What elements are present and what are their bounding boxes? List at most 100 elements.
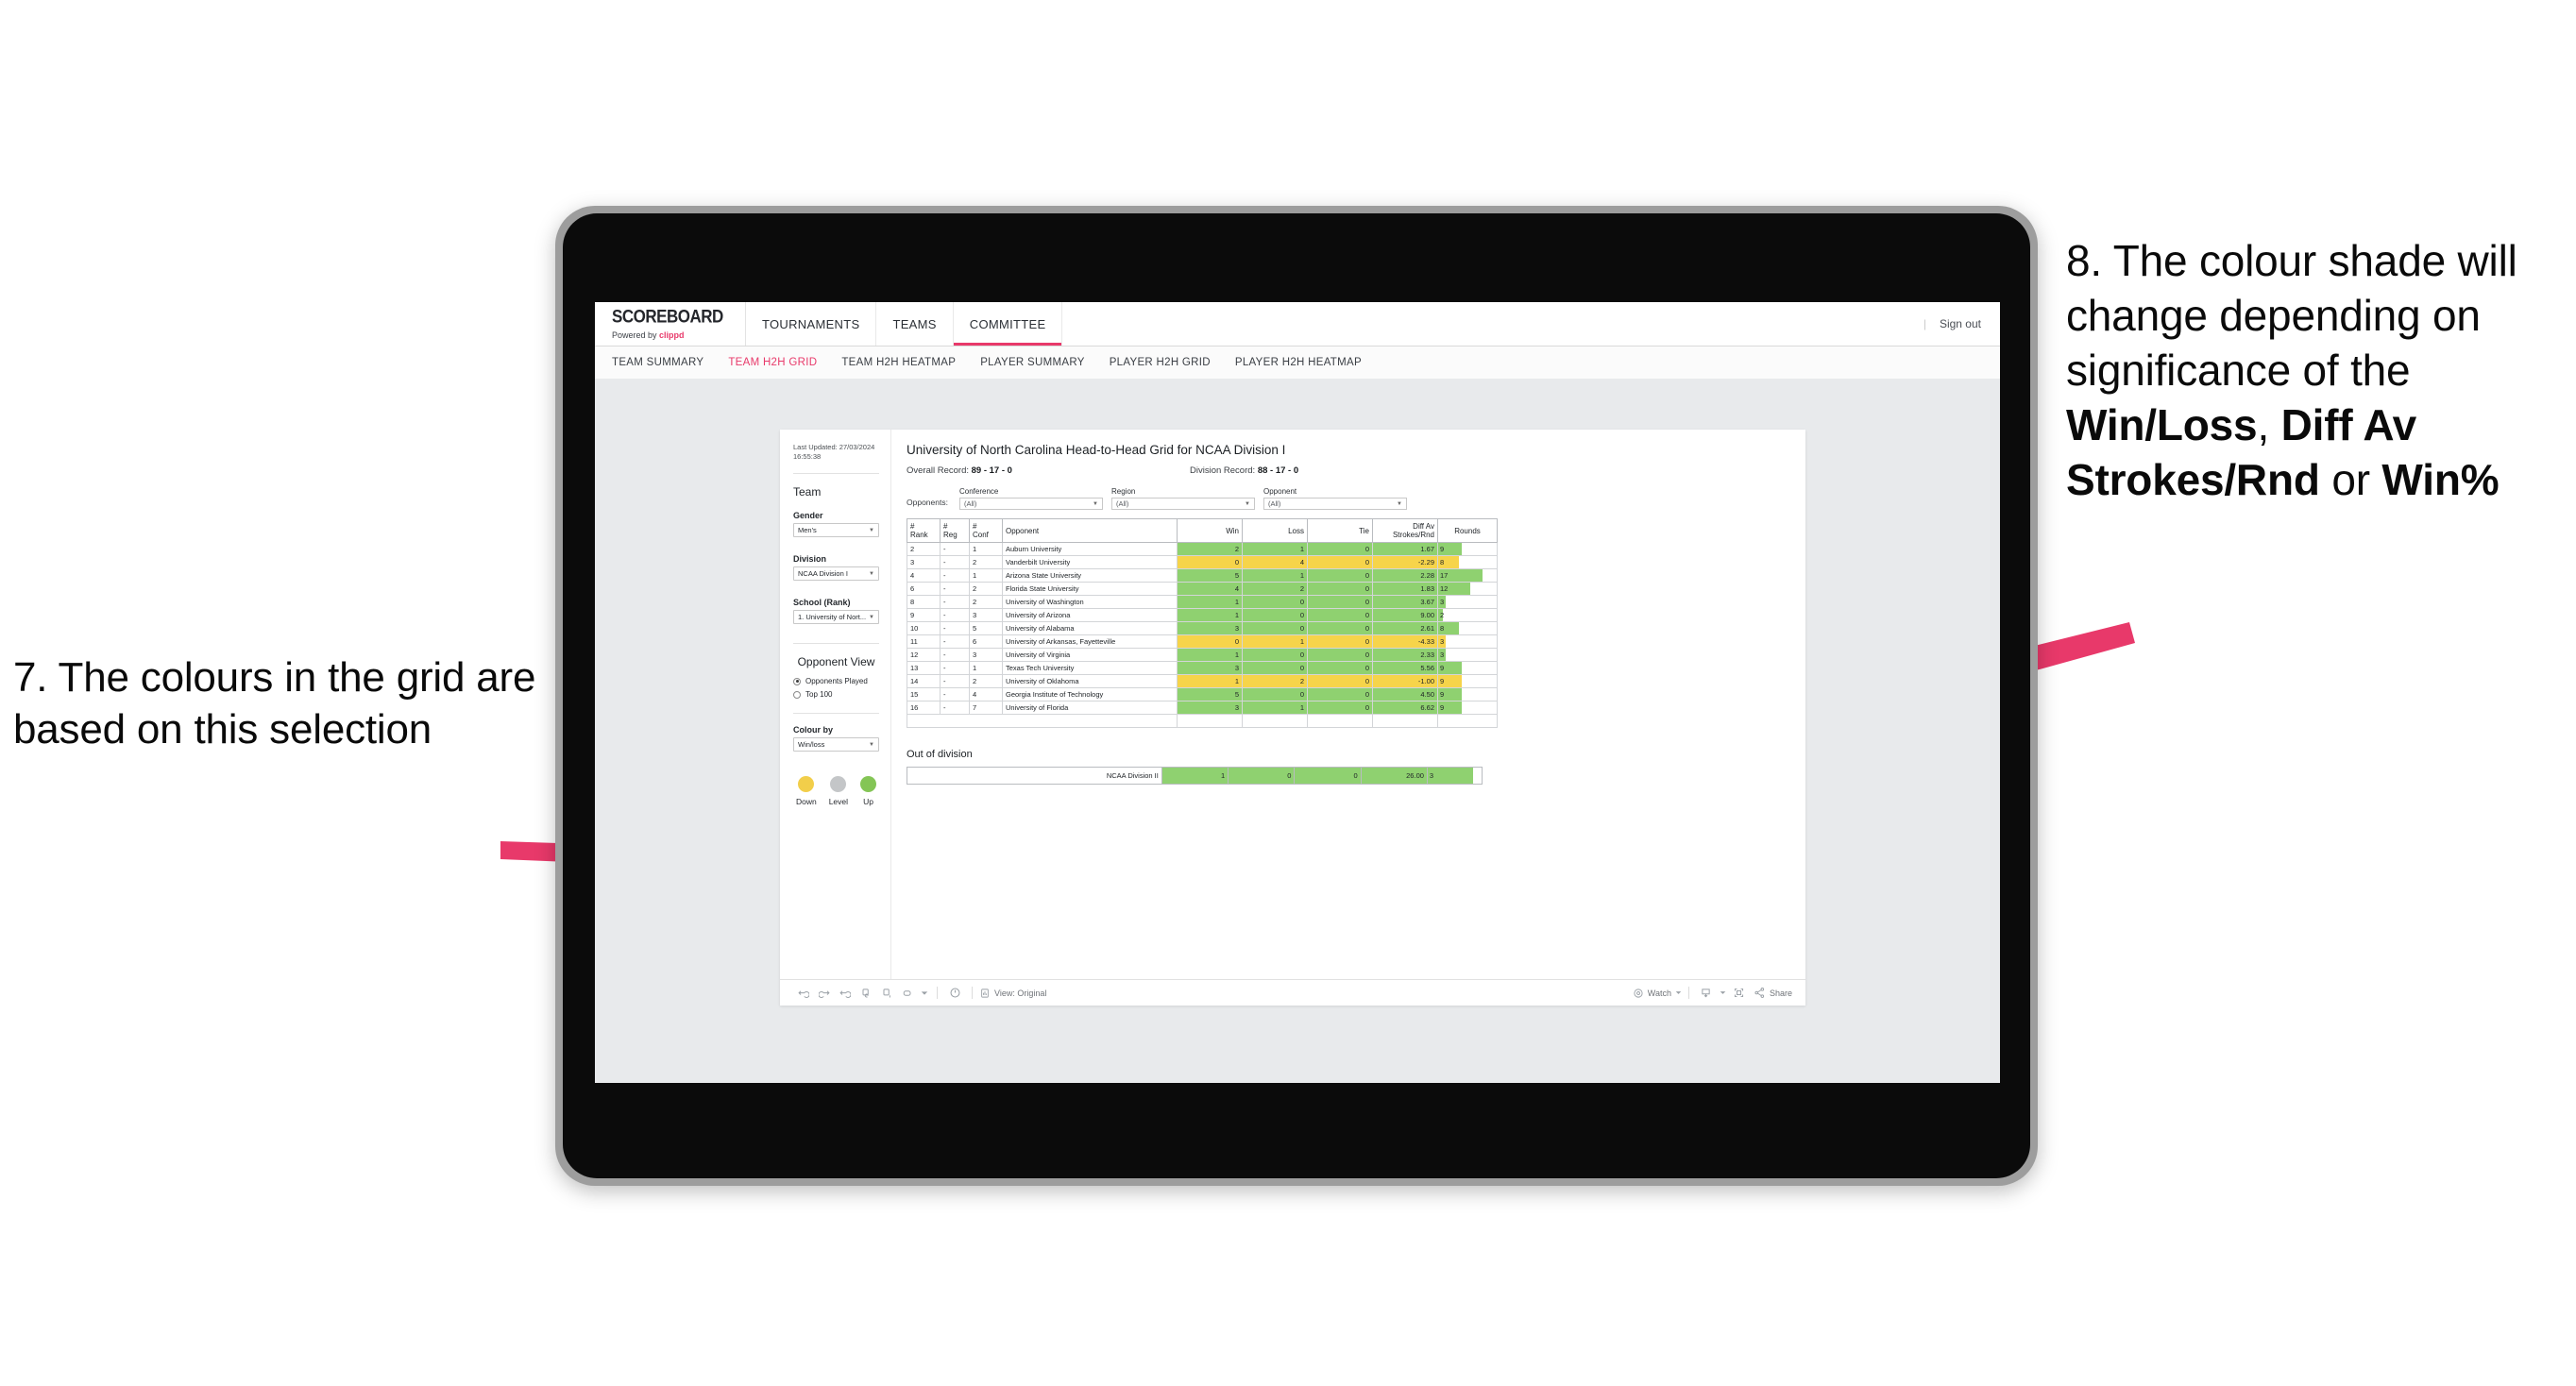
cell-loss: 0: [1242, 595, 1308, 609]
table-row[interactable]: 4-1 Arizona State University 5 1 0 2.28 17: [907, 568, 1498, 583]
cell-rounds-value: 3: [1440, 651, 1445, 659]
table-row[interactable]: 3-2 Vanderbilt University 0 4 0 -2.29 8: [907, 555, 1498, 569]
legend-item-up: Up: [860, 776, 876, 806]
top-navigation: TOURNAMENTS TEAMS COMMITTEE: [746, 302, 1063, 346]
watch-button[interactable]: Watch: [1633, 988, 1682, 999]
table-body: 2-1 Auburn University 2 1 0 1.67 9 3-2 Vanderbil…: [907, 542, 1498, 728]
subnav-item-team-h2h-grid[interactable]: TEAM H2H GRID: [728, 357, 817, 368]
col-opponent[interactable]: Opponent: [1002, 518, 1178, 543]
subnav-item-player-h2h-grid[interactable]: PLAYER H2H GRID: [1110, 357, 1211, 368]
col-tie[interactable]: Tie: [1307, 518, 1373, 543]
brand-title: SCOREBOARD: [612, 306, 723, 328]
topnav-item-tournaments[interactable]: TOURNAMENTS: [746, 302, 877, 346]
cell-loss: 1: [1242, 701, 1308, 715]
chevron-down-icon[interactable]: [1717, 989, 1729, 996]
radio-icon: [793, 677, 801, 685]
annotation-right-mid2: or: [2319, 454, 2382, 504]
cell-conf: 5: [969, 621, 1003, 635]
workbook-canvas: Last Updated: 27/03/2024 16:55:38 Team G…: [595, 379, 2000, 1083]
cell-tie: 0: [1307, 608, 1373, 622]
col-loss[interactable]: Loss: [1242, 518, 1308, 543]
cell-conf: 1: [969, 661, 1003, 675]
cell-diff: 4.50: [1372, 687, 1438, 701]
cell-loss: 2: [1242, 674, 1308, 688]
cell-conf: 7: [969, 701, 1003, 715]
cell-win: 1: [1177, 648, 1243, 662]
gender-value: Men's: [798, 526, 817, 535]
cell-rounds-value: 9: [1440, 690, 1445, 699]
topnav-item-committee[interactable]: COMMITTEE: [953, 302, 1063, 346]
region-select[interactable]: (All) ▼: [1111, 498, 1255, 510]
radio-opponents-played[interactable]: Opponents Played: [793, 677, 879, 685]
cell-loss: 1: [1242, 634, 1308, 649]
gender-select[interactable]: Men's ▼: [793, 523, 879, 538]
cell-opponent: University of Arkansas, Fayetteville: [1002, 634, 1178, 649]
fullscreen-icon[interactable]: [1729, 987, 1750, 999]
col-diff-av-strokes[interactable]: Diff Av Strokes/Rnd: [1372, 518, 1438, 543]
table-row[interactable]: 9-3 University of Arizona 1 0 0 9.00 2: [907, 608, 1498, 622]
share-button[interactable]: Share: [1754, 987, 1792, 999]
refresh-icon[interactable]: [856, 988, 876, 999]
redo-icon[interactable]: [814, 988, 835, 999]
col-win[interactable]: Win: [1177, 518, 1243, 543]
download-icon[interactable]: [1696, 987, 1717, 999]
table-row[interactable]: 13-1 Texas Tech University 3 0 0 5.56 9: [907, 661, 1498, 675]
cell-win: 0: [1177, 555, 1243, 569]
cell-loss: 1: [1242, 568, 1308, 583]
legend-dot-up-icon: [860, 776, 876, 793]
topnav-item-teams[interactable]: TEAMS: [876, 302, 954, 346]
tablet-screen: SCOREBOARD Powered by clippd TOURNAMENTS…: [595, 302, 2000, 1083]
table-row[interactable]: 15-4 Georgia Institute of Technology 5 0 0 4.…: [907, 687, 1498, 701]
conference-select[interactable]: (All) ▼: [959, 498, 1103, 510]
pan-icon[interactable]: [897, 988, 918, 999]
cell-rounds-value: 8: [1440, 558, 1445, 566]
subnav-item-team-h2h-heatmap[interactable]: TEAM H2H HEATMAP: [841, 357, 956, 368]
radio-top-100[interactable]: Top 100: [793, 690, 879, 699]
table-row[interactable]: 8-2 University of Washington 1 0 0 3.67 3: [907, 595, 1498, 609]
col-rank[interactable]: # Rank: [907, 518, 941, 543]
division-record-label: Division Record:: [1190, 465, 1258, 476]
cell-reg: -: [940, 608, 970, 622]
cell-rounds: 9: [1437, 542, 1498, 556]
table-row[interactable]: 2-1 Auburn University 2 1 0 1.67 9: [907, 542, 1498, 556]
table-row[interactable]: NCAA Division II 1 0 0 26.00 3: [907, 767, 1483, 785]
chevron-down-icon[interactable]: [918, 989, 930, 997]
cell-rounds: 3: [1437, 595, 1498, 609]
view-original-button[interactable]: View: Original: [979, 988, 1046, 999]
colour-by-label: Colour by: [793, 725, 833, 735]
signout-link[interactable]: Sign out: [1940, 317, 1981, 330]
chevron-down-icon: ▼: [1245, 500, 1250, 507]
brand-logo[interactable]: SCOREBOARD Powered by clippd: [595, 302, 746, 346]
annotation-right: 8. The colour shade will change dependin…: [2066, 234, 2576, 508]
subnav-item-player-h2h-heatmap[interactable]: PLAYER H2H HEATMAP: [1235, 357, 1362, 368]
table-row[interactable]: 11-6 University of Arkansas, Fayetteville…: [907, 634, 1498, 649]
table-row[interactable]: 12-3 University of Virginia 1 0 0 2.33 3: [907, 648, 1498, 662]
subnav-item-team-summary[interactable]: TEAM SUMMARY: [612, 357, 703, 368]
cell-loss: 0: [1242, 661, 1308, 675]
division-select[interactable]: NCAA Division I ▼: [793, 566, 879, 582]
undo-icon[interactable]: [793, 988, 814, 999]
colour-by-select[interactable]: Win/loss ▼: [793, 737, 879, 752]
school-select[interactable]: 1. University of Nort... ▼: [793, 610, 879, 625]
cell-reg: -: [940, 674, 970, 688]
revert-icon[interactable]: [835, 988, 856, 999]
opponent-select[interactable]: (All) ▼: [1263, 498, 1407, 510]
opponent-view-heading: Opponent View: [797, 655, 875, 669]
highlight-icon[interactable]: [944, 987, 965, 999]
table-row[interactable]: 14-2 University of Oklahoma 1 2 0 -1.00 9: [907, 674, 1498, 688]
cell-opponent: University of Florida: [1002, 701, 1178, 715]
table-row[interactable]: 16-7 University of Florida 3 1 0 6.62 9: [907, 701, 1498, 715]
col-conf[interactable]: # Conf: [969, 518, 1003, 543]
cell-opponent: University of Virginia: [1002, 648, 1178, 662]
table-row[interactable]: 6-2 Florida State University 4 2 0 1.83 12: [907, 582, 1498, 596]
pause-icon[interactable]: [876, 988, 897, 999]
col-reg[interactable]: # Reg: [940, 518, 970, 543]
table-row[interactable]: 10-5 University of Alabama 3 0 0 2.61 8: [907, 621, 1498, 635]
opponent-filter-row: Opponents: Conference (All) ▼ Region (Al: [907, 487, 1788, 510]
subnav-item-player-summary[interactable]: PLAYER SUMMARY: [980, 357, 1085, 368]
col-rounds[interactable]: Rounds: [1437, 518, 1498, 543]
legend-dot-down-icon: [798, 776, 815, 793]
cell-loss: 0: [1242, 687, 1308, 701]
h2h-grid-wrapper[interactable]: # Rank # Reg # Conf Opponent Win Loss Tie D…: [907, 518, 1788, 728]
annotation-right-bold3: Win%: [2381, 454, 2500, 504]
